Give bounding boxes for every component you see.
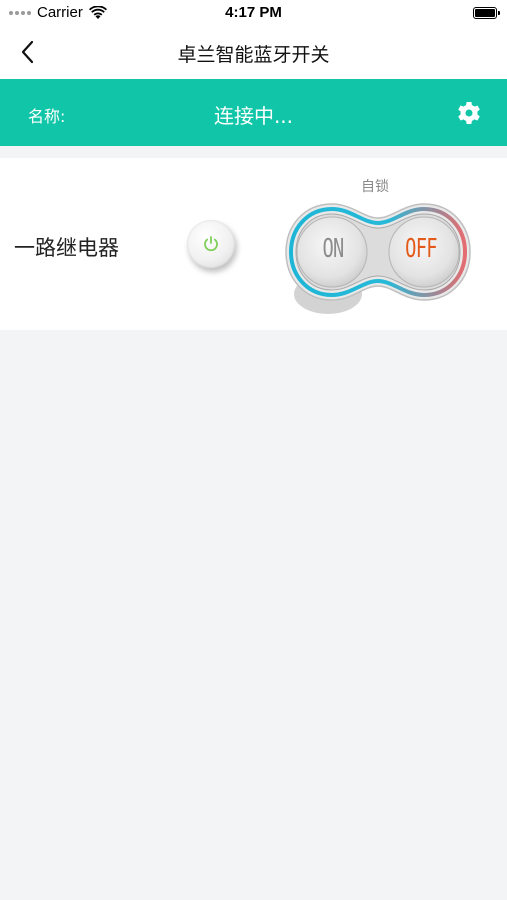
status-time: 4:17 PM [225,4,282,21]
on-label: ON [322,234,344,264]
relay-card: 一路继电器 自锁 ON OFF [0,158,507,330]
device-header: 名称: 连接中... [0,79,507,146]
battery-icon [473,7,500,19]
gear-icon [458,101,480,124]
page-title: 卓兰智能蓝牙开关 [177,44,330,66]
app-screen: Carrier 4:17 PM 卓兰智能蓝牙开关 名称: 连接中... 一路继电… [0,0,507,900]
status-bar: Carrier 4:17 PM [0,0,507,26]
settings-button[interactable] [457,101,481,125]
off-label: OFF [405,234,437,264]
power-button[interactable] [187,220,235,268]
relay-label: 一路继电器 [14,236,119,260]
power-icon [204,236,218,252]
mode-label: 自锁 [361,179,389,195]
connection-status: 连接中... [213,104,294,128]
nav-bar: 卓兰智能蓝牙开关 [0,26,507,79]
